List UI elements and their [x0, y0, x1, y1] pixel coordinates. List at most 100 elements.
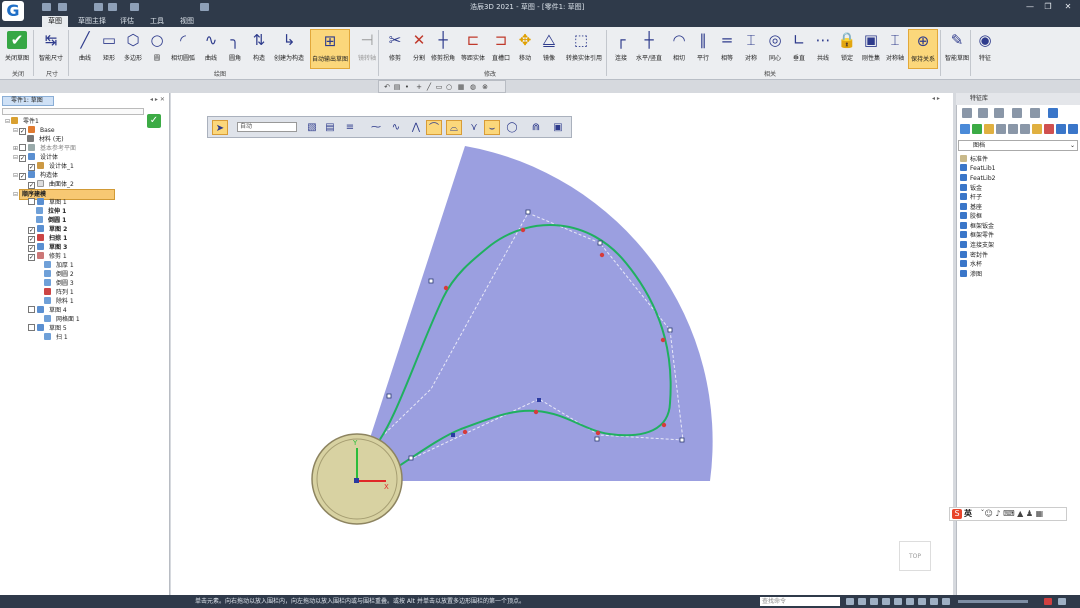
library-item[interactable]: 水杯 — [960, 260, 982, 269]
mirror-button[interactable]: ⧋ 镜像 — [534, 29, 564, 69]
minimize-button[interactable]: — — [1022, 1, 1038, 13]
auto-output-sketch-button[interactable]: ⊞ 自动输出草图 — [310, 29, 350, 69]
tab-sketch[interactable]: 草图 — [42, 16, 68, 27]
tree-row-pattern-1[interactable]: 阵列 1 — [44, 288, 77, 297]
selected-handle[interactable] — [537, 398, 541, 402]
library-copy-icon[interactable] — [1008, 124, 1018, 134]
tree-filter-input[interactable] — [2, 108, 144, 115]
stop-tool-icon[interactable]: ⊗ — [481, 83, 489, 91]
library-grid-icon[interactable] — [978, 108, 988, 118]
trim-corner-button[interactable]: ┼ 修剪拐角 — [428, 29, 458, 69]
tree-row-reference-planes[interactable]: ⊞ 基本参考平面 — [12, 144, 79, 153]
sketch-canvas[interactable]: Y X — [171, 93, 953, 595]
library-refresh-icon[interactable] — [960, 124, 970, 134]
tree-row-thicken-1[interactable]: 加厚 1 — [44, 261, 77, 270]
selected-handle[interactable] — [451, 433, 455, 437]
grid-tool-icon[interactable]: ▦ — [457, 83, 465, 91]
panel-pin-icon[interactable]: ◂ ▸ ✕ — [150, 96, 165, 103]
circle-tool-icon[interactable]: ○ — [445, 83, 453, 91]
list-tool-icon[interactable]: ≡ — [342, 120, 358, 135]
view-style-icon[interactable] — [894, 598, 902, 605]
color-tool-icon[interactable]: ◍ — [469, 83, 477, 91]
tree-row-base[interactable]: ⊟ ✓ Base — [12, 126, 58, 135]
library-item[interactable]: FeatLib2 — [960, 174, 995, 183]
library-item[interactable]: 胶框 — [960, 212, 982, 221]
connect-button[interactable]: ┌ 连接 — [606, 29, 636, 69]
tree-row-design-body[interactable]: ⊟ ✓ 设计体 — [12, 153, 61, 162]
tree-row-sweep-1[interactable]: ✓ 扫掠 1 — [28, 234, 70, 243]
library-item[interactable]: 框架零件 — [960, 231, 994, 240]
open-file-icon[interactable] — [58, 3, 67, 11]
tree-row-surface-body-2[interactable]: ✓ 曲面体_2 — [28, 180, 77, 189]
tree-row-construction-body[interactable]: ⊟ ✓ 构造体 — [12, 171, 61, 180]
tree-row-round-2[interactable]: 倒圆 2 — [44, 270, 77, 279]
library-delete-icon[interactable] — [1044, 124, 1054, 134]
closed-curve-icon[interactable]: ◯ — [504, 120, 520, 135]
section-icon[interactable] — [918, 598, 926, 605]
horizontal-vertical-button[interactable]: ┼ 水平/竖直 — [634, 29, 664, 69]
zoom-icon[interactable] — [846, 598, 854, 605]
library-folder-icon[interactable] — [984, 124, 994, 134]
tree-row-sketch-3[interactable]: ✓ 草图 3 — [28, 243, 70, 252]
rect-tool-icon[interactable]: ▭ — [435, 83, 443, 91]
maximize-button[interactable]: ❐ — [1040, 1, 1056, 13]
fit-icon[interactable] — [882, 598, 890, 605]
print-icon[interactable] — [130, 3, 139, 11]
library-item[interactable]: 钣金 — [960, 184, 982, 193]
library-item[interactable]: 标准件 — [960, 155, 988, 164]
library-item[interactable]: 连接支架 — [960, 241, 994, 250]
tab-view[interactable]: 视图 — [174, 16, 200, 27]
view-orient-cube[interactable]: TOP — [899, 541, 931, 571]
tree-row-extrude-1[interactable]: 拉伸 1 — [36, 207, 69, 216]
selection-mode-select[interactable]: 自动 — [237, 122, 297, 132]
library-layer-icon[interactable] — [1030, 108, 1040, 118]
library-item[interactable]: 杆子 — [960, 193, 982, 202]
alert-icon[interactable] — [1044, 598, 1052, 605]
tree-row-round-1[interactable]: 倒圆 1 — [36, 216, 69, 225]
new-file-icon[interactable] — [42, 3, 51, 11]
maintain-relations-button[interactable]: ⊕ 保持关系 — [908, 29, 938, 69]
smart-dimension-button[interactable]: ↹ 智能尺寸 — [36, 29, 66, 69]
tree-row-part[interactable]: ⊟ 零件1 — [4, 117, 42, 126]
library-item[interactable]: 密封件 — [960, 251, 988, 260]
tab-sketch-annotation[interactable]: 草图主择 — [72, 16, 112, 27]
pathfinder-tab[interactable]: 零件1: 草图 — [2, 96, 54, 106]
comb-tool-icon[interactable]: ⋒ — [528, 120, 544, 135]
library-tool-icon[interactable] — [1012, 108, 1022, 118]
close-button[interactable]: ✕ — [1060, 1, 1076, 13]
pan-icon[interactable] — [858, 598, 866, 605]
zoom-slider[interactable] — [958, 600, 1028, 603]
tree-row-material[interactable]: 材料 (无) — [20, 135, 67, 144]
library-cut-icon[interactable] — [996, 124, 1006, 134]
tab-evaluate[interactable]: 评估 — [114, 16, 140, 27]
view-icon[interactable]: ▤ — [393, 83, 401, 91]
pattern-tool-icon[interactable]: ▤ — [322, 120, 338, 135]
tree-row-sketch-2[interactable]: ✓ 草图 2 — [28, 225, 70, 234]
polyline-tool-icon[interactable]: ⋀ — [408, 120, 424, 135]
settings-icon[interactable] — [1058, 598, 1066, 605]
shade-icon[interactable] — [906, 598, 914, 605]
accept-check-icon[interactable]: ✓ — [147, 114, 161, 128]
node-tool-icon[interactable]: ⋎ — [466, 120, 482, 135]
library-item[interactable]: FeatLib1 — [960, 164, 995, 173]
tangent-mode-icon[interactable]: ⌣ — [484, 120, 500, 135]
ime-toolbar[interactable]: S英 ˇ☺ ♪ ⌨ ▲ ♟ ▦ — [949, 507, 1067, 521]
tree-row-mesh-surface-1[interactable]: 网格面 1 — [44, 315, 83, 324]
library-item[interactable]: 基座 — [960, 203, 982, 212]
library-paste-icon[interactable] — [1020, 124, 1030, 134]
tree-row-trim-1[interactable]: ✓ 修剪 1 — [28, 252, 70, 261]
library-view-icon[interactable] — [1056, 124, 1066, 134]
smart-sketch-button[interactable]: ✎ 智能草图 — [942, 29, 972, 69]
undo-icon[interactable]: ↶ — [383, 83, 391, 91]
lock-view-icon[interactable] — [942, 598, 950, 605]
tree-row-sketch-1[interactable]: 草图 1 — [28, 198, 70, 207]
library-item[interactable]: 渗图 — [960, 270, 982, 279]
symmetry-axis-button[interactable]: ⌶ 对称轴 — [880, 29, 910, 69]
library-folder-select[interactable]: 图档 ⌄ — [958, 140, 1078, 151]
fill-tool-icon[interactable]: ▧ — [304, 120, 320, 135]
library-search-icon[interactable] — [1068, 124, 1078, 134]
construct-button[interactable]: ⇅ 构造 — [244, 29, 274, 69]
convert-entity-button[interactable]: ⬚ 转换实体引用 — [566, 29, 602, 69]
select-arrow-icon[interactable]: ➤ — [212, 120, 228, 135]
tab-tools[interactable]: 工具 — [144, 16, 170, 27]
